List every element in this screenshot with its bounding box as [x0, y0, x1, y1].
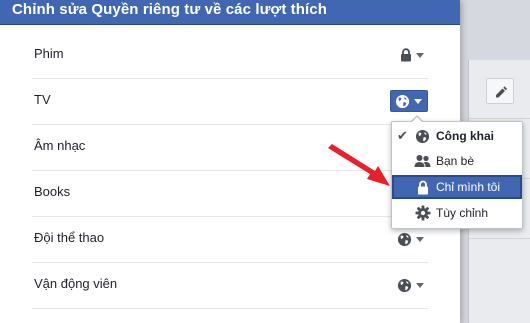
menu-item-public[interactable]: ✔ Công khai — [392, 124, 522, 148]
globe-icon — [414, 128, 431, 144]
globe-icon — [395, 94, 410, 108]
privacy-selector[interactable] — [397, 274, 424, 296]
row-label: Books — [34, 184, 71, 199]
chevron-down-icon — [416, 236, 424, 242]
menu-nub-inner — [412, 117, 422, 122]
row-label: Đội thể thao — [34, 230, 105, 245]
menu-item-only-me[interactable]: Chỉ mình tôi — [392, 175, 522, 199]
friends-icon — [414, 153, 431, 169]
globe-icon — [397, 232, 412, 246]
privacy-selector-active[interactable] — [390, 90, 428, 112]
chevron-down-icon — [416, 282, 424, 288]
row-label: TV — [34, 92, 51, 107]
chevron-down-icon — [416, 52, 424, 58]
menu-item-label: Bạn bè — [436, 154, 475, 168]
privacy-selector[interactable] — [400, 44, 424, 66]
likes-row-tv: TV — [32, 78, 428, 125]
likes-row-sports-teams: Đội thể thao — [32, 216, 428, 263]
chevron-down-icon — [414, 98, 422, 104]
checkmark-icon: ✔ — [397, 128, 408, 143]
likes-row-athletes: Vận động viên — [32, 262, 428, 309]
gear-icon — [414, 205, 431, 221]
dialog-header: Chỉnh sửa Quyền riêng tư về các lượt thí… — [0, 0, 460, 25]
menu-item-label: Công khai — [436, 129, 495, 143]
privacy-dropdown-menu: ✔ Công khai Bạn bè Chỉ mình tôi Tùy chỉn… — [391, 121, 523, 229]
globe-icon — [397, 278, 412, 292]
menu-item-friends[interactable]: Bạn bè — [392, 149, 522, 173]
likes-row-movies: Phim — [32, 32, 428, 79]
lock-icon — [414, 179, 431, 195]
menu-item-custom[interactable]: Tùy chỉnh — [392, 201, 522, 225]
row-label: Vận động viên — [34, 276, 118, 291]
row-label: Âm nhạc — [34, 138, 86, 153]
lock-icon — [401, 48, 411, 62]
menu-item-label: Tùy chỉnh — [436, 206, 489, 220]
edit-pencil-button[interactable] — [486, 78, 514, 104]
privacy-selector[interactable] — [397, 228, 424, 250]
menu-item-label: Chỉ mình tôi — [436, 180, 501, 194]
annotation-arrow-icon — [328, 144, 390, 186]
pencil-icon — [496, 86, 508, 98]
row-label: Phim — [34, 46, 64, 61]
dialog-title: Chỉnh sửa Quyền riêng tư về các lượt thí… — [12, 1, 328, 18]
